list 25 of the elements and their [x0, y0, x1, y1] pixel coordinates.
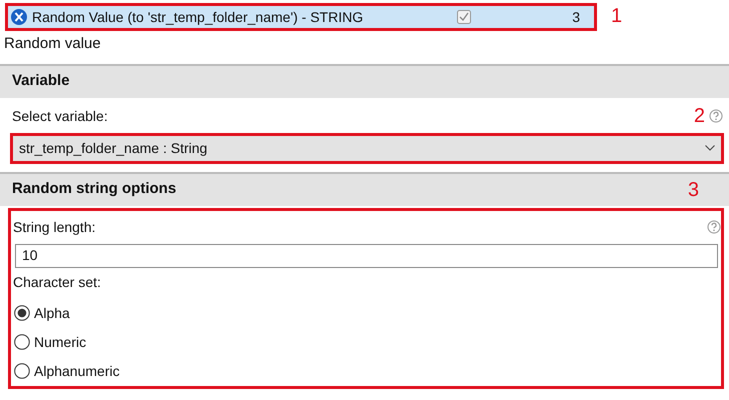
- checkbox[interactable]: [457, 10, 472, 24]
- count: 3: [572, 8, 580, 26]
- callout-number: 1: [611, 6, 622, 26]
- radio-label: Numeric: [34, 332, 86, 352]
- callout-number: 3: [688, 180, 699, 200]
- section-title: Variable: [12, 71, 70, 92]
- variable-select[interactable]: str_temp_folder_name : String: [10, 132, 724, 164]
- node-title: Random Value (to 'str_temp_folder_name') - STRING: [32, 8, 364, 27]
- input-field[interactable]: 10: [15, 244, 718, 268]
- chevron-icon: [705, 145, 715, 151]
- help-icon[interactable]: [709, 109, 723, 123]
- x-icon: [11, 9, 27, 25]
- node-row[interactable]: Random Value (to 'str_temp_folder_name') - STRING 3: [5, 3, 597, 31]
- radio-button[interactable]: [14, 305, 30, 321]
- radio-label: Alphanumeric: [34, 362, 120, 381]
- callout-number: 2: [694, 106, 705, 126]
- radio-label: Alpha: [34, 304, 70, 323]
- field-label: Character set:: [13, 272, 101, 292]
- radio-button[interactable]: [14, 334, 30, 350]
- radio-button[interactable]: [14, 363, 30, 379]
- field-label: Select variable:: [12, 106, 108, 126]
- field-label: String length:: [13, 218, 96, 237]
- description: Random value: [3, 34, 102, 54]
- help-icon[interactable]: [707, 220, 721, 234]
- section-title: Random string options: [12, 179, 176, 200]
